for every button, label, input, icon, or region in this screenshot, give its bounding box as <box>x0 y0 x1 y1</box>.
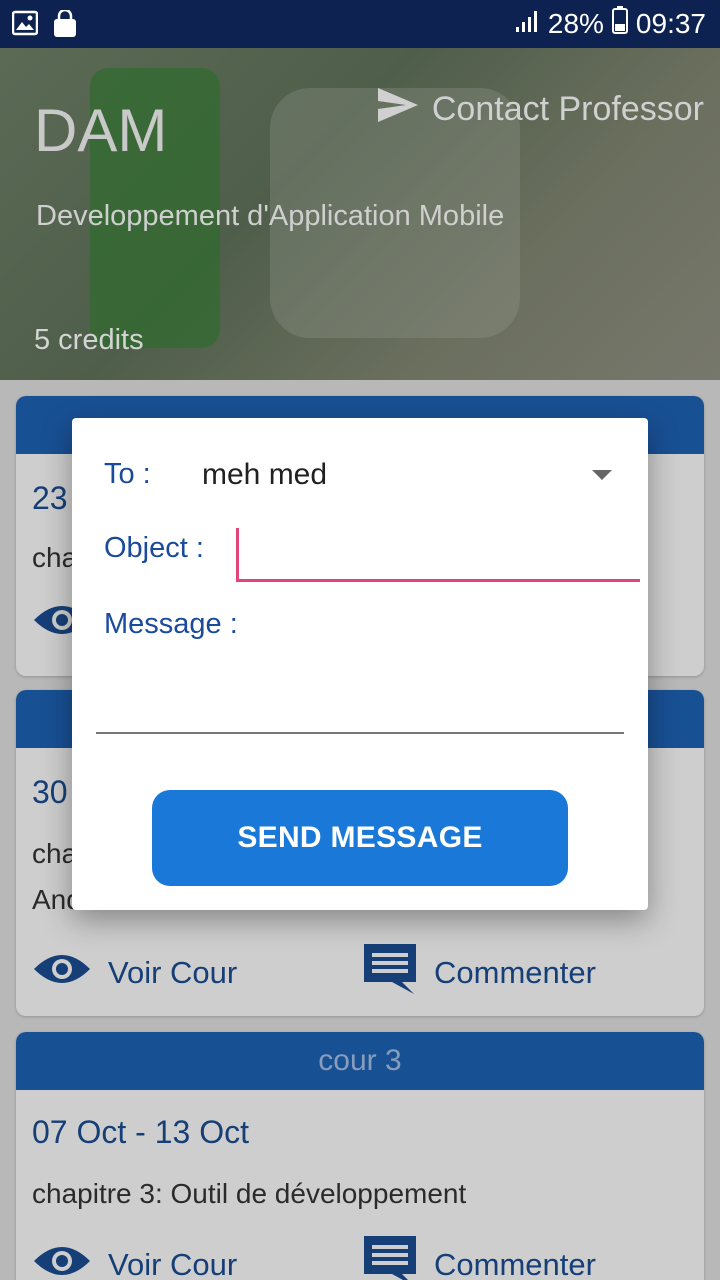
signal-icon <box>514 8 540 40</box>
to-label: To : <box>104 458 151 490</box>
course-code: DAM <box>34 97 168 164</box>
contact-professor-button[interactable]: Contact Professor <box>376 86 704 133</box>
recipient-value: meh med <box>202 458 328 491</box>
shopping-bag-icon <box>52 8 78 43</box>
contact-professor-label: Contact Professor <box>431 90 704 128</box>
status-bar: 28% 09:37 <box>0 0 720 48</box>
course-header: DAM Developpement d'Application Mobile 5… <box>0 48 720 380</box>
image-notification-icon <box>11 10 39 43</box>
contact-dialog: To : meh med Object : Message : SEND MES… <box>72 418 648 910</box>
message-label: Message : <box>104 608 238 640</box>
object-label: Object : <box>104 532 204 564</box>
send-message-button[interactable]: SEND MESSAGE <box>152 790 568 886</box>
clock: 09:37 <box>635 7 706 39</box>
message-input[interactable] <box>96 650 624 734</box>
course-name: Developpement d'Application Mobile <box>36 200 505 232</box>
dropdown-arrow-icon[interactable] <box>592 470 612 480</box>
battery-icon <box>611 6 628 41</box>
battery-percent: 28% <box>547 7 604 39</box>
course-credits: 5 credits <box>34 324 144 356</box>
object-input[interactable] <box>236 528 640 582</box>
send-icon <box>376 86 420 133</box>
